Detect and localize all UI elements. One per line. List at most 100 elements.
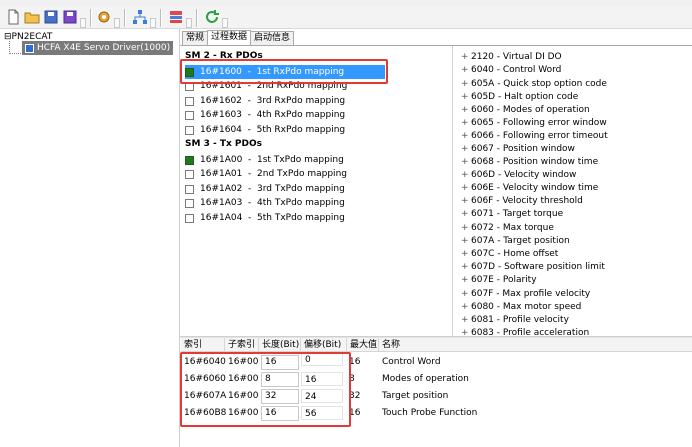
expand-icon[interactable]: +	[461, 65, 471, 75]
length-input[interactable]: 16	[261, 355, 299, 370]
object-item[interactable]: +6068 - Position window time	[461, 155, 598, 168]
expand-icon[interactable]: +	[461, 170, 471, 180]
expand-icon[interactable]: +	[461, 92, 471, 102]
expand-icon[interactable]: +	[461, 315, 471, 325]
object-item[interactable]: +607C - Home offset	[461, 247, 558, 260]
pdo-checkbox[interactable]	[185, 110, 194, 120]
offset-field[interactable]: 0	[301, 352, 343, 366]
column-header-subindex[interactable]: 子索引	[225, 338, 259, 352]
column-header-index[interactable]: 索引	[181, 338, 225, 352]
length-input[interactable]: 16	[261, 406, 299, 421]
table-row[interactable]: 16#607A 16#00 32 24 32 Target position	[181, 388, 692, 405]
expand-icon[interactable]: +	[461, 118, 471, 128]
pdo-checkbox[interactable]	[185, 155, 194, 165]
column-header-length[interactable]: 长度(Bit)	[259, 338, 301, 352]
object-item[interactable]: +607D - Software position limit	[461, 260, 605, 273]
pdo-item[interactable]: 16#1A01 - 2nd TxPdo mapping	[185, 167, 385, 181]
object-item[interactable]: +6071 - Target torque	[461, 207, 563, 220]
offset-field[interactable]: 16	[301, 372, 343, 386]
tree-device-node[interactable]: HCFA X4E Servo Driver(1000)	[22, 41, 174, 55]
table-row[interactable]: 16#60B8 16#00 16 56 16 Touch Probe Funct…	[181, 405, 692, 422]
save-all-icon[interactable]	[62, 9, 78, 25]
table-row[interactable]: 16#6040 16#00 16 0 16 Control Word	[181, 352, 692, 371]
object-item[interactable]: +607A - Target position	[461, 234, 570, 247]
length-input[interactable]: 8	[261, 372, 299, 387]
object-item[interactable]: +605D - Halt option code	[461, 90, 578, 103]
tree-collapse-icon[interactable]: ⊟	[4, 32, 12, 42]
length-input[interactable]: 32	[261, 389, 299, 404]
pdo-item[interactable]: 16#1A00 - 1st TxPdo mapping	[185, 153, 385, 167]
object-item[interactable]: +6072 - Max torque	[461, 221, 554, 234]
toolbar-dropdown[interactable]	[114, 18, 120, 28]
pdo-checkbox[interactable]	[185, 81, 194, 91]
expand-icon[interactable]: +	[461, 131, 471, 141]
object-item[interactable]: +6060 - Modes of operation	[461, 103, 590, 116]
expand-icon[interactable]: +	[461, 289, 471, 299]
save-icon[interactable]	[43, 9, 59, 25]
pdo-checkbox[interactable]	[185, 198, 194, 208]
table-row[interactable]: 16#6060 16#00 8 16 8 Modes of operation	[181, 371, 692, 388]
expand-icon[interactable]: +	[461, 196, 471, 206]
toolbar-dropdown[interactable]	[80, 18, 86, 28]
device-config-icon[interactable]	[168, 9, 184, 25]
pdo-checkbox[interactable]	[185, 125, 194, 135]
offset-field[interactable]: 24	[301, 389, 343, 403]
expand-icon[interactable]: +	[461, 302, 471, 312]
column-header-max[interactable]: 最大值	[347, 338, 379, 352]
offset-field[interactable]: 56	[301, 406, 343, 420]
object-item[interactable]: +6066 - Following error timeout	[461, 129, 608, 142]
pdo-checkbox[interactable]	[185, 96, 194, 106]
pdo-item[interactable]: 16#1A04 - 5th TxPdo mapping	[185, 211, 385, 225]
column-header-name[interactable]: 名称	[379, 338, 499, 352]
tab-startup-info[interactable]: 启动信息	[250, 31, 295, 45]
pdo-item[interactable]: 16#1604 - 5th RxPdo mapping	[185, 123, 385, 137]
column-header-offset[interactable]: 偏移(Bit)	[301, 338, 347, 352]
expand-icon[interactable]: +	[461, 157, 471, 167]
expand-icon[interactable]: +	[461, 328, 471, 337]
object-item[interactable]: +607F - Max profile velocity	[461, 287, 590, 300]
toolbar-dropdown[interactable]	[150, 18, 156, 28]
object-item[interactable]: +6081 - Profile velocity	[461, 313, 569, 326]
expand-icon[interactable]: +	[461, 262, 471, 272]
object-item[interactable]: +606D - Velocity window	[461, 168, 576, 181]
object-item[interactable]: +6040 - Control Word	[461, 63, 561, 76]
expand-icon[interactable]: +	[461, 209, 471, 219]
tab-process-data[interactable]: 过程数据	[207, 30, 252, 45]
pdo-item[interactable]: 16#1A03 - 4th TxPdo mapping	[185, 196, 385, 210]
pdo-checkbox[interactable]	[185, 184, 194, 194]
toolbar-dropdown[interactable]	[222, 18, 228, 28]
open-folder-icon[interactable]	[24, 9, 40, 25]
expand-icon[interactable]: +	[461, 223, 471, 233]
pdo-item[interactable]: 16#1600 - 1st RxPdo mapping	[185, 65, 385, 79]
toolbar-dropdown[interactable]	[186, 18, 192, 28]
tab-general[interactable]: 常规	[182, 31, 209, 45]
object-item[interactable]: +607E - Polarity	[461, 273, 537, 286]
pdo-item[interactable]: 16#1602 - 3rd RxPdo mapping	[185, 94, 385, 108]
expand-icon[interactable]: +	[461, 79, 471, 89]
pdo-checkbox[interactable]	[185, 213, 194, 223]
object-item[interactable]: +606F - Velocity threshold	[461, 194, 583, 207]
pdo-item[interactable]: 16#1A02 - 3rd TxPdo mapping	[185, 182, 385, 196]
new-file-icon[interactable]	[5, 9, 21, 25]
network-icon[interactable]	[132, 9, 148, 25]
expand-icon[interactable]: +	[461, 236, 471, 246]
settings-icon[interactable]	[96, 9, 112, 25]
object-item[interactable]: +6065 - Following error window	[461, 116, 607, 129]
pdo-item[interactable]: 16#1601 - 2nd RxPdo mapping	[185, 79, 385, 93]
pdo-checkbox[interactable]	[185, 67, 194, 77]
expand-icon[interactable]: +	[461, 105, 471, 115]
expand-icon[interactable]: +	[461, 52, 471, 62]
expand-icon[interactable]: +	[461, 183, 471, 193]
expand-icon[interactable]: +	[461, 144, 471, 154]
object-item[interactable]: +6067 - Position window	[461, 142, 575, 155]
expand-icon[interactable]: +	[461, 249, 471, 259]
object-item[interactable]: +6080 - Max motor speed	[461, 300, 581, 313]
object-item[interactable]: +2120 - Virtual DI DO	[461, 50, 562, 63]
expand-icon[interactable]: +	[461, 275, 471, 285]
pdo-item[interactable]: 16#1603 - 4th RxPdo mapping	[185, 108, 385, 122]
object-item[interactable]: +6083 - Profile acceleration	[461, 326, 589, 337]
object-item[interactable]: +605A - Quick stop option code	[461, 77, 607, 90]
pdo-checkbox[interactable]	[185, 169, 194, 179]
refresh-icon[interactable]	[204, 9, 220, 25]
object-item[interactable]: +606E - Velocity window time	[461, 181, 598, 194]
